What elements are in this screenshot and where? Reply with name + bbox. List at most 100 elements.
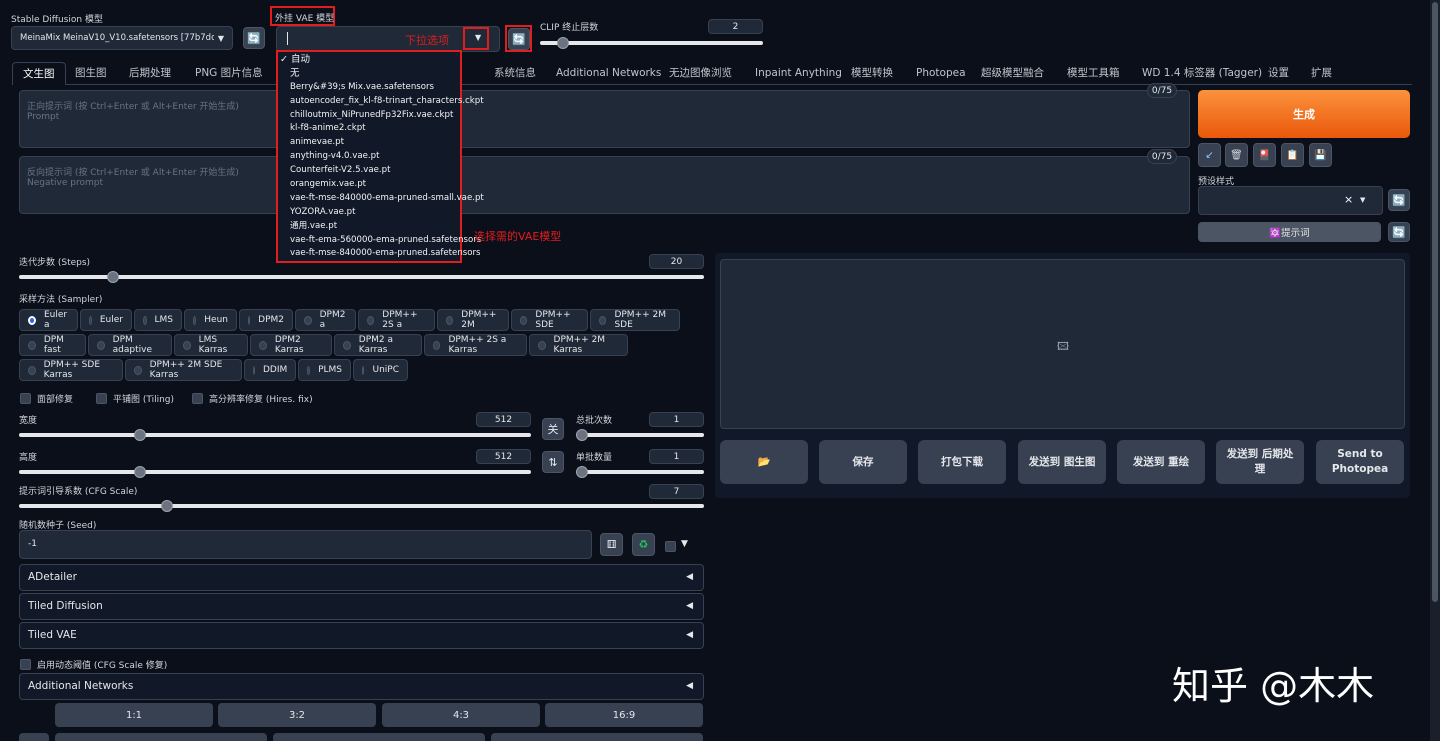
sampler-dpmpp-sde[interactable]: DPM++ SDE (511, 309, 588, 331)
sampler-dpmpp-2s-a-karras[interactable]: DPM++ 2S a Karras (424, 334, 527, 356)
read-params-button[interactable]: ↙ (1198, 143, 1221, 167)
steps-value[interactable]: 20 (649, 254, 704, 269)
vae-option[interactable]: chilloutmix_NiPrunedFp32Fix.vae.ckpt (278, 109, 460, 123)
vae-option[interactable]: autoencoder_fix_kl-f8-trinart_characters… (278, 95, 484, 109)
send-to-extras-button[interactable]: 发送到 后期处理 (1216, 440, 1304, 484)
tab-settings[interactable]: 设置 (1268, 62, 1289, 84)
sampler-dpmpp-2s-a[interactable]: DPM++ 2S a (358, 309, 435, 331)
slider-knob[interactable] (557, 37, 569, 49)
sampler-dpmpp-sde-karras[interactable]: DPM++ SDE Karras (19, 359, 123, 381)
sampler-dpmpp-2m-sde[interactable]: DPM++ 2M SDE (590, 309, 680, 331)
vae-option[interactable]: Berry&#39;s Mix.vae.safetensors (278, 81, 460, 95)
tab-photopea[interactable]: Photopea (916, 62, 966, 84)
vae-option[interactable]: vae-ft-mse-840000-ema-pruned.safetensors (278, 247, 481, 261)
sampler-plms[interactable]: PLMS (298, 359, 351, 381)
batch-size-slider[interactable] (576, 466, 704, 478)
tab-model-toolkit[interactable]: 模型工具箱 (1067, 62, 1120, 84)
steps-slider[interactable] (19, 271, 704, 283)
slider-knob[interactable] (134, 429, 146, 441)
open-folder-button[interactable]: 📂 (720, 440, 808, 484)
reuse-seed-button[interactable]: ♻ (632, 533, 655, 556)
clear-icon[interactable]: × (1344, 193, 1353, 206)
slider-knob[interactable] (576, 429, 588, 441)
zip-download-button[interactable]: 打包下载 (918, 440, 1006, 484)
prompt-helper-button[interactable]: 🔯提示词 (1198, 222, 1381, 242)
height-value[interactable]: 512 (476, 449, 531, 464)
accordion-adetailer[interactable]: ADetailer ◀ (19, 564, 704, 591)
cfg-slider[interactable] (19, 500, 704, 512)
vae-option[interactable]: Counterfeit-V2.5.vae.pt (278, 164, 460, 178)
extra-networks-button[interactable]: 🎴 (1253, 143, 1276, 167)
save-button[interactable]: 保存 (819, 440, 907, 484)
tab-png-info[interactable]: PNG 图片信息 (195, 62, 263, 84)
apply-style-button[interactable]: 📋 (1281, 143, 1304, 167)
sampler-dpm2-a-karras[interactable]: DPM2 a Karras (334, 334, 422, 356)
vae-option-none[interactable]: 无 (278, 67, 460, 81)
accordion-tiled-diffusion[interactable]: Tiled Diffusion ◀ (19, 593, 704, 620)
ratio-4-3-button[interactable]: 4:3 (382, 703, 540, 727)
clip-slider[interactable] (540, 37, 763, 49)
slider-knob[interactable] (134, 466, 146, 478)
sampler-lms-karras[interactable]: LMS Karras (174, 334, 248, 356)
sampler-dpm2-karras[interactable]: DPM2 Karras (250, 334, 332, 356)
vae-option[interactable]: kl-f8-anime2.ckpt (278, 122, 460, 136)
vae-option-auto[interactable]: ✓ 自动 (278, 53, 460, 67)
vae-option[interactable]: vae-ft-mse-840000-ema-pruned-small.vae.p… (278, 192, 484, 206)
tab-inpaint-anything[interactable]: Inpaint Anything (755, 62, 842, 84)
partial-button[interactable] (19, 733, 49, 741)
chevron-down-icon[interactable]: ▼ (475, 33, 481, 42)
clip-value[interactable]: 2 (708, 19, 763, 34)
tab-model-convert[interactable]: 模型转换 (851, 62, 893, 84)
sampler-euler[interactable]: Euler (80, 309, 132, 331)
sampler-lms[interactable]: LMS (134, 309, 182, 331)
styles-select[interactable]: × ▼ (1198, 186, 1383, 215)
scrollbar-thumb[interactable] (1432, 2, 1438, 602)
tab-txt2img[interactable]: 文生图 (12, 62, 66, 85)
tab-additional-networks[interactable]: Additional Networks (556, 62, 661, 84)
sd-model-refresh-button[interactable]: 🔄 (243, 27, 265, 49)
sampler-unipc[interactable]: UniPC (353, 359, 408, 381)
partial-button[interactable] (55, 733, 267, 741)
sampler-dpm-fast[interactable]: DPM fast (19, 334, 86, 356)
batch-count-slider[interactable] (576, 429, 704, 441)
vae-refresh-button[interactable]: 🔄 (508, 28, 530, 50)
vae-option[interactable]: animevae.pt (278, 136, 460, 150)
width-slider[interactable] (19, 429, 531, 441)
tab-extensions[interactable]: 扩展 (1311, 62, 1332, 84)
checkbox-box[interactable] (20, 659, 31, 670)
partial-button[interactable] (273, 733, 485, 741)
cfg-value[interactable]: 7 (649, 484, 704, 499)
slider-knob[interactable] (161, 500, 173, 512)
tab-image-browser[interactable]: 无边图像浏览 (669, 62, 732, 84)
send-to-photopea-button[interactable]: Send to Photopea (1316, 440, 1404, 484)
sampler-dpmpp-2m[interactable]: DPM++ 2M (437, 309, 509, 331)
checkbox-box[interactable] (20, 393, 31, 404)
extra-seed-toggle-icon[interactable]: ▼ (681, 539, 688, 549)
checkbox-box[interactable] (192, 393, 203, 404)
sampler-dpm2-a[interactable]: DPM2 a (295, 309, 356, 331)
generate-button[interactable]: 生成 (1198, 90, 1410, 138)
random-seed-button[interactable]: ⚅ (600, 533, 623, 556)
tab-supermerger[interactable]: 超级模型融合 (981, 62, 1044, 84)
sampler-euler-a[interactable]: Euler a (19, 309, 78, 331)
partial-button[interactable] (491, 733, 703, 741)
tab-system-info[interactable]: 系统信息 (494, 62, 536, 84)
vae-option[interactable]: YOZORA.vae.pt (278, 206, 460, 220)
height-slider[interactable] (19, 466, 531, 478)
sampler-ddim[interactable]: DDIM (244, 359, 296, 381)
vae-option[interactable]: 通用.vae.pt (278, 220, 460, 234)
resolution-lock-button[interactable]: 关 (542, 418, 564, 440)
face-restore-checkbox[interactable]: 面部修复 (20, 392, 73, 405)
tab-extras[interactable]: 后期处理 (129, 62, 171, 84)
extra-seed-checkbox[interactable] (665, 541, 676, 552)
ratio-3-2-button[interactable]: 3:2 (218, 703, 376, 727)
tab-img2img[interactable]: 图生图 (75, 62, 107, 84)
ratio-16-9-button[interactable]: 16:9 (545, 703, 703, 727)
save-style-button[interactable]: 💾 (1309, 143, 1332, 167)
sampler-dpm-adaptive[interactable]: DPM adaptive (88, 334, 172, 356)
vae-option[interactable]: vae-ft-ema-560000-ema-pruned.safetensors (278, 234, 481, 248)
send-to-inpaint-button[interactable]: 发送到 重绘 (1117, 440, 1205, 484)
clear-prompt-button[interactable]: 🗑 (1225, 143, 1248, 167)
page-scrollbar[interactable] (1430, 0, 1440, 741)
tiling-checkbox[interactable]: 平铺图 (Tiling) (96, 392, 174, 405)
